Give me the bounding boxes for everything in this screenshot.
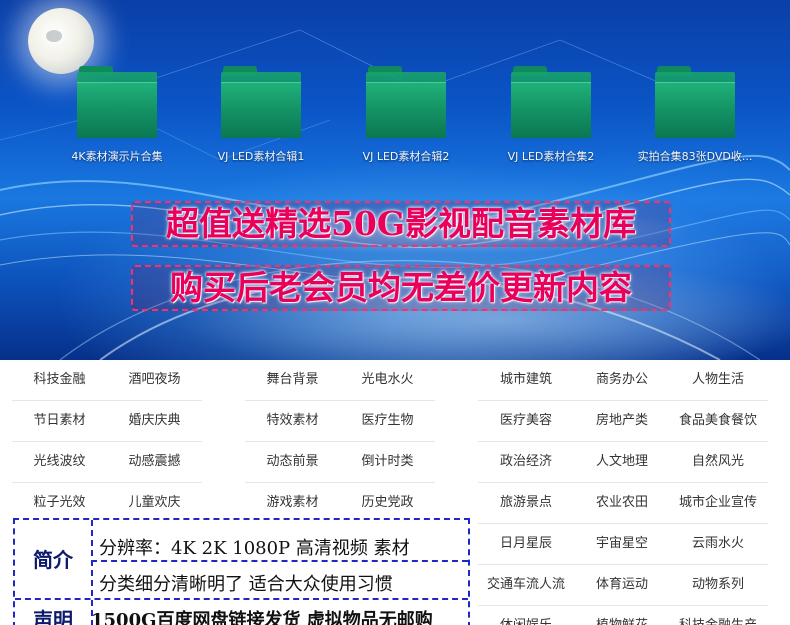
notice-delivery-text: 1500G百度网盘链接发货 虚拟物品无邮购 (91, 610, 433, 625)
category-row: 日月星辰 宇宙星空 云雨水火 (478, 524, 768, 565)
category-link[interactable]: 舞台背景 (245, 360, 340, 400)
category-link[interactable]: 城市企业宣传 (670, 483, 766, 523)
category-link[interactable]: 自然风光 (670, 442, 766, 482)
folder-icon (366, 66, 446, 138)
category-row: 光线波纹 动感震撼 (12, 442, 202, 483)
category-link[interactable]: 酒吧夜场 (107, 360, 202, 400)
category-link[interactable]: 云雨水火 (670, 524, 766, 564)
category-link[interactable]: 光线波纹 (12, 442, 107, 482)
category-link[interactable]: 动感震撼 (107, 442, 202, 482)
moon-illustration (28, 8, 94, 74)
category-link[interactable]: 人文地理 (574, 442, 670, 482)
intro-heading: 简介 (33, 548, 73, 572)
category-link[interactable]: 光电水火 (340, 360, 435, 400)
category-link[interactable]: 休闲娱乐 (478, 606, 574, 625)
folder-label: VJ LED素材合辑2 (362, 150, 450, 163)
promo-banner-bonus: 超值送精选50G影视配音素材库 (131, 201, 671, 247)
category-link[interactable]: 倒计时类 (340, 442, 435, 482)
category-row: 医疗美容 房地产类 食品美食餐饮 (478, 401, 768, 442)
category-link[interactable]: 动态前景 (245, 442, 340, 482)
folder-label: VJ LED素材合集2 (507, 150, 595, 163)
folder-item[interactable]: 实拍合集83张DVD收... (635, 66, 755, 164)
category-link[interactable]: 政治经济 (478, 442, 574, 482)
category-link[interactable]: 科技金融生产 (670, 606, 766, 625)
folder-item[interactable]: VJ LED素材合辑1 (201, 66, 321, 164)
category-group-3: 城市建筑 商务办公 人物生活 医疗美容 房地产类 食品美食餐饮 政治经济 人文地… (478, 360, 768, 625)
folder-list: 4K素材演示片合集 VJ LED素材合辑1 VJ LED素材合辑2 VJ LED… (0, 66, 790, 166)
promo-banner-update: 购买后老会员均无差价更新内容 (131, 265, 671, 311)
category-row: 休闲娱乐 植物鲜花 科技金融生产 (478, 606, 768, 625)
category-link[interactable]: 特效素材 (245, 401, 340, 441)
category-row: 动态前景 倒计时类 (245, 442, 435, 483)
category-row: 科技金融 酒吧夜场 (12, 360, 202, 401)
folder-label: 实拍合集83张DVD收... (637, 150, 753, 163)
category-row: 城市建筑 商务办公 人物生活 (478, 360, 768, 401)
folder-icon (221, 66, 301, 138)
category-link[interactable]: 宇宙星空 (574, 524, 670, 564)
intro-category-text: 分类细分清晰明了 适合大众使用习惯 (99, 574, 393, 595)
category-link[interactable]: 医疗美容 (478, 401, 574, 441)
folder-item[interactable]: VJ LED素材合辑2 (346, 66, 466, 164)
category-row: 旅游景点 农业农田 城市企业宣传 (478, 483, 768, 524)
category-link[interactable]: 城市建筑 (478, 360, 574, 400)
category-link[interactable]: 人物生活 (670, 360, 766, 400)
folder-label: VJ LED素材合辑1 (217, 150, 305, 163)
divider (15, 598, 468, 600)
folder-item[interactable]: VJ LED素材合集2 (491, 66, 611, 164)
category-row: 节日素材 婚庆庆典 (12, 401, 202, 442)
divider (91, 560, 468, 562)
category-row: 交通车流人流 体育运动 动物系列 (478, 565, 768, 606)
category-row: 舞台背景 光电水火 (245, 360, 435, 401)
category-group-1: 科技金融 酒吧夜场 节日素材 婚庆庆典 光线波纹 动感震撼 粒子光效 儿童欢庆 (12, 360, 202, 524)
category-link[interactable]: 动物系列 (670, 565, 766, 605)
category-link[interactable]: 节日素材 (12, 401, 107, 441)
notice-heading: 声明 (33, 608, 73, 625)
category-link[interactable]: 医疗生物 (340, 401, 435, 441)
category-link[interactable]: 旅游景点 (478, 483, 574, 523)
category-link[interactable]: 儿童欢庆 (107, 483, 202, 523)
category-link[interactable]: 婚庆庆典 (107, 401, 202, 441)
category-link[interactable]: 农业农田 (574, 483, 670, 523)
folder-item[interactable]: 4K素材演示片合集 (57, 66, 177, 164)
folder-icon (511, 66, 591, 138)
product-info-box: 简介 分辨率：4K 2K 1080P 高清视频 素材 分类细分清晰明了 适合大众… (13, 518, 470, 625)
category-link[interactable]: 游戏素材 (245, 483, 340, 523)
folder-icon (655, 66, 735, 138)
category-link[interactable]: 交通车流人流 (478, 565, 574, 605)
category-link[interactable]: 房地产类 (574, 401, 670, 441)
category-row: 特效素材 医疗生物 (245, 401, 435, 442)
category-link[interactable]: 食品美食餐饮 (670, 401, 766, 441)
category-link[interactable]: 日月星辰 (478, 524, 574, 564)
category-link[interactable]: 粒子光效 (12, 483, 107, 523)
category-row: 政治经济 人文地理 自然风光 (478, 442, 768, 483)
folder-icon (77, 66, 157, 138)
category-link[interactable]: 植物鲜花 (574, 606, 670, 625)
hero-banner: 4K素材演示片合集 VJ LED素材合辑1 VJ LED素材合辑2 VJ LED… (0, 0, 790, 360)
category-group-2: 舞台背景 光电水火 特效素材 医疗生物 动态前景 倒计时类 游戏素材 历史党政 (245, 360, 435, 524)
category-link[interactable]: 历史党政 (340, 483, 435, 523)
category-link[interactable]: 商务办公 (574, 360, 670, 400)
category-link[interactable]: 科技金融 (12, 360, 107, 400)
folder-label: 4K素材演示片合集 (71, 150, 163, 163)
intro-resolution-text: 分辨率：4K 2K 1080P 高清视频 素材 (99, 538, 410, 559)
category-link[interactable]: 体育运动 (574, 565, 670, 605)
